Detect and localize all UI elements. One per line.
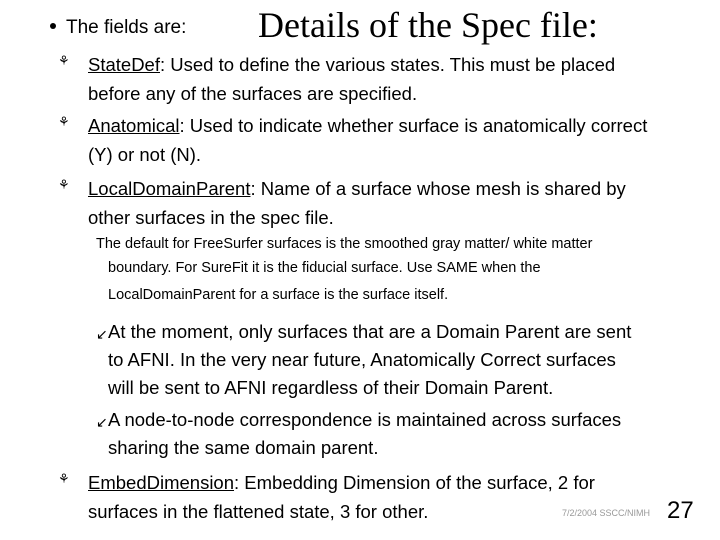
- arrow-bullet-icon: ↙: [96, 414, 108, 430]
- slide-title: Details of the Spec file:: [258, 5, 598, 45]
- field-desc-cont: surfaces in the flattened state, 3 for o…: [88, 501, 429, 522]
- intro-bullet: The fields are:: [50, 17, 186, 39]
- intro-text: The fields are:: [66, 17, 187, 38]
- field-desc: : Used to define the various states. Thi…: [160, 54, 616, 75]
- pin-bullet-icon: ⚘: [58, 471, 70, 486]
- field-desc: : Name of a surface whose mesh is shared…: [250, 178, 626, 199]
- pin-bullet-icon: ⚘: [58, 177, 70, 192]
- field-desc: : Used to indicate whether surface is an…: [179, 115, 648, 136]
- field-item-localdomainparent: ⚘ LocalDomainParent: Name of a surface w…: [58, 174, 626, 232]
- field-item-embeddimension: ⚘ EmbedDimension: Embedding Dimension of…: [58, 468, 595, 526]
- field-name: EmbedDimension: [88, 472, 235, 493]
- field-desc-cont: other surfaces in the spec file.: [88, 207, 334, 228]
- bullet-dot-icon: [50, 22, 56, 29]
- subbullet-line: to AFNI. In the very near future, Anatom…: [108, 349, 616, 370]
- slide-number: 27: [667, 497, 694, 524]
- footer-date-org: 7/2/2004 SSCC/NIMH: [562, 508, 651, 518]
- subbullet-line: A node-to-node correspondence is maintai…: [108, 409, 622, 430]
- note-line-3: LocalDomainParent for a surface is the s…: [108, 287, 449, 303]
- field-item-statedef: ⚘ StateDef: Used to define the various s…: [58, 50, 616, 108]
- subbullet-item: ↙ A node-to-node correspondence is maint…: [96, 406, 622, 462]
- field-name: StateDef: [88, 54, 160, 75]
- pin-bullet-icon: ⚘: [58, 53, 70, 68]
- arrow-bullet-icon: ↙: [96, 326, 108, 342]
- note-line-2: boundary. For SureFit it is the fiducial…: [108, 260, 541, 276]
- field-desc: : Embedding Dimension of the surface, 2 …: [234, 472, 595, 493]
- subbullet-item: ↙ At the moment, only surfaces that are …: [96, 318, 632, 402]
- field-desc-cont: (Y) or not (N).: [88, 144, 202, 165]
- note-line-1: The default for FreeSurfer surfaces is t…: [96, 236, 593, 252]
- subbullet-line: At the moment, only surfaces that are a …: [108, 321, 632, 342]
- subbullet-line: will be sent to AFNI regardless of their…: [108, 377, 554, 398]
- field-item-anatomical: ⚘ Anatomical: Used to indicate whether s…: [58, 111, 648, 169]
- pin-bullet-icon: ⚘: [58, 114, 70, 129]
- field-name: Anatomical: [88, 115, 180, 136]
- subbullet-line: sharing the same domain parent.: [108, 437, 379, 458]
- field-name: LocalDomainParent: [88, 178, 251, 199]
- field-desc-cont: before any of the surfaces are specified…: [88, 83, 418, 104]
